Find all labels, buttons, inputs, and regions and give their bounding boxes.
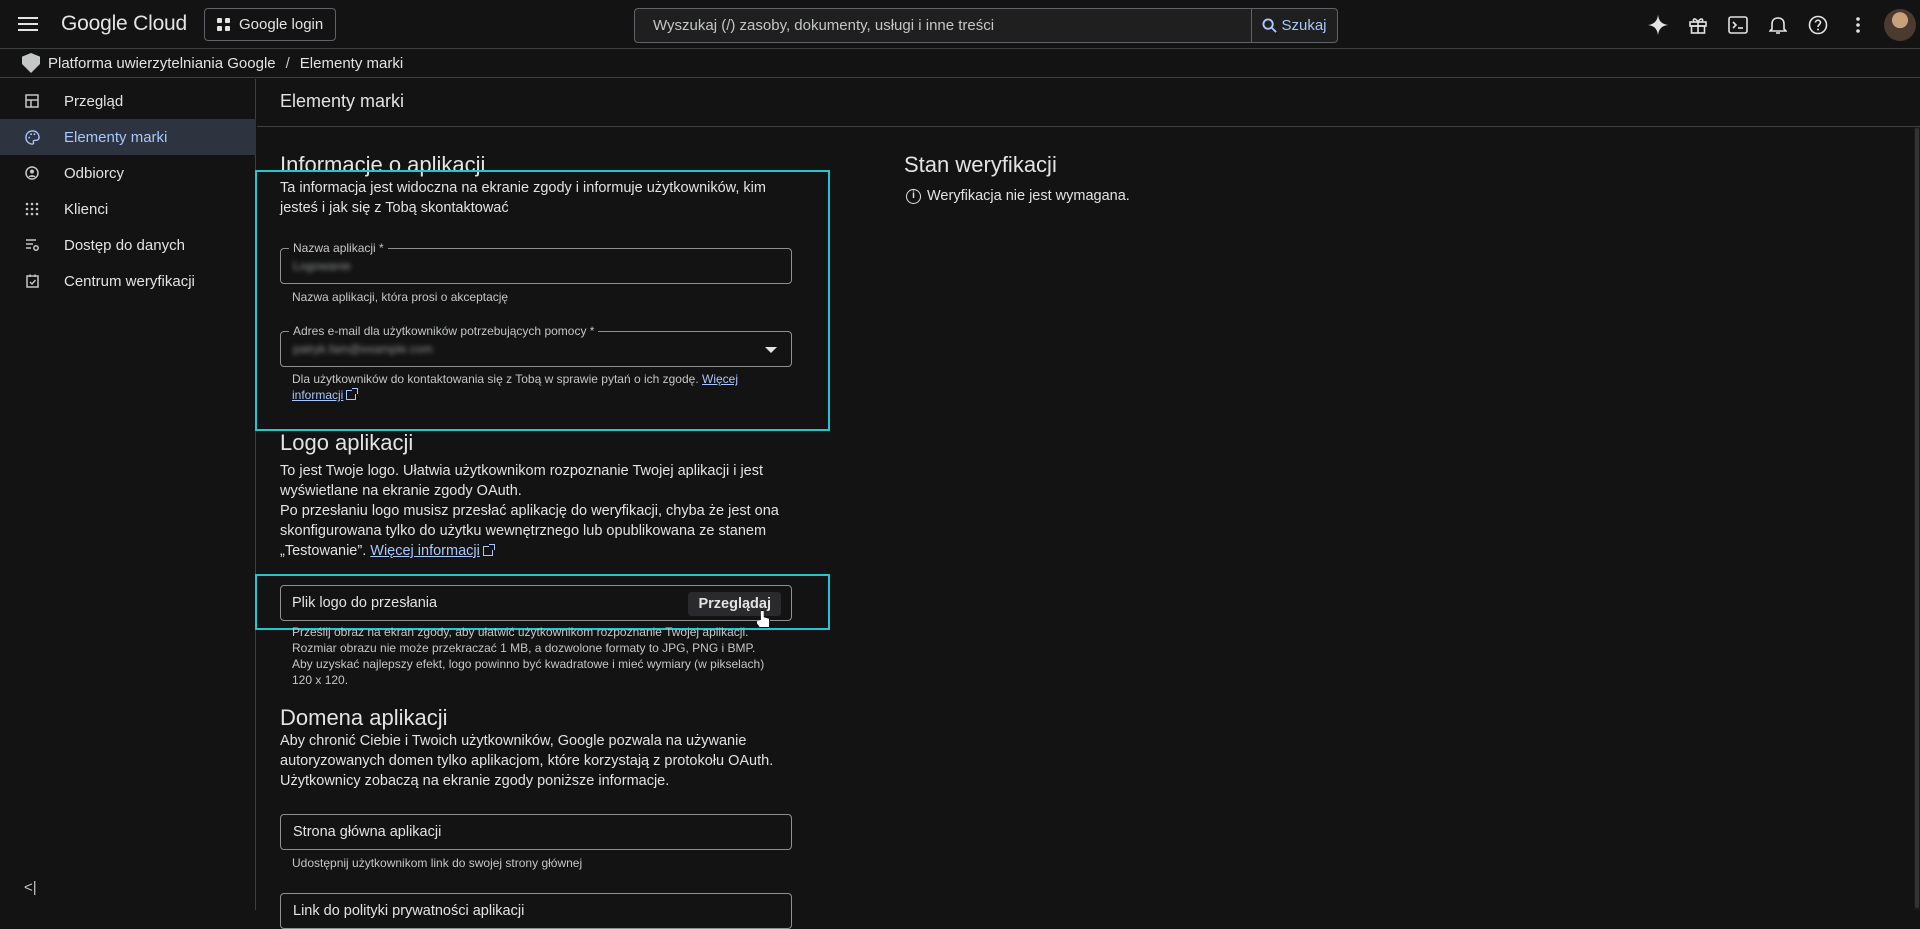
- privacy-policy-placeholder: Link do polityki prywatności aplikacji: [293, 903, 525, 919]
- homepage-placeholder: Strona główna aplikacji: [293, 824, 442, 840]
- support-email-label: Adres e-mail dla użytkowników potrzebują…: [289, 324, 599, 338]
- search-button-label: Szukaj: [1281, 17, 1327, 34]
- search-bar: Szukaj: [634, 8, 1338, 43]
- dashboard-icon: [24, 93, 40, 109]
- app-info-description: Ta informacja jest widoczna na ekranie z…: [280, 180, 766, 216]
- project-icon: [217, 17, 231, 32]
- logo-upload-placeholder: Plik logo do przesłania: [292, 595, 438, 611]
- top-actions: [1638, 0, 1920, 49]
- sidebar-item-label: Centrum weryfikacji: [64, 272, 195, 290]
- collapse-sidebar-icon[interactable]: <|: [24, 879, 37, 896]
- logo-hint-3: Aby uzyskać najlepszy efekt, logo powinn…: [292, 657, 765, 687]
- logo-more-info-label: Więcej informacji: [370, 543, 480, 559]
- logo-hint-1: Prześlij obraz na ekran zgody, aby ułatw…: [292, 625, 749, 639]
- data-settings-icon: [24, 237, 40, 253]
- search-button[interactable]: Szukaj: [1251, 9, 1337, 42]
- logo-upload-field[interactable]: Plik logo do przesłania Przeglądaj: [280, 585, 792, 621]
- sidebar-item-label: Klienci: [64, 200, 109, 218]
- project-picker-button[interactable]: Google login: [204, 8, 336, 41]
- breadcrumb: Platforma uwierzytelniania Google / Elem…: [0, 49, 1920, 78]
- divider: [257, 126, 1920, 127]
- sidebar-item-centrum-weryfikacji[interactable]: Centrum weryfikacji: [0, 263, 256, 299]
- app-name-label: Nazwa aplikacji *: [289, 241, 388, 255]
- external-link-icon: [482, 544, 495, 556]
- breadcrumb-separator: /: [285, 54, 290, 72]
- domain-heading: Domena aplikacji: [280, 705, 448, 730]
- info-icon: i: [906, 188, 921, 204]
- google-cloud-logo[interactable]: Google Cloud: [61, 12, 187, 36]
- logo-heading: Logo aplikacji: [280, 430, 414, 455]
- sidebar-item-klienci[interactable]: Klienci: [0, 191, 256, 227]
- sidebar-item-odbiorcy[interactable]: Odbiorcy: [0, 155, 256, 191]
- logo-description-1: To jest Twoje logo. Ułatwia użytkownikom…: [280, 463, 764, 499]
- gift-icon[interactable]: [1678, 5, 1718, 45]
- support-email-hint: Dla użytkowników do kontaktowania się z …: [292, 371, 772, 403]
- verification-heading: Stan weryfikacji: [904, 152, 1057, 177]
- top-bar: Google Cloud Google login Szukaj: [0, 0, 1920, 49]
- sidebar-item-elementy-marki[interactable]: Elementy marki: [0, 119, 256, 155]
- verification-status-text: Weryfikacja nie jest wymagana.: [927, 188, 1130, 204]
- dropdown-arrow-icon: [765, 347, 777, 353]
- verification-status: i Weryfikacja nie jest wymagana.: [906, 188, 1130, 204]
- breadcrumb-current: Elementy marki: [299, 54, 404, 72]
- external-link-icon: [346, 388, 359, 400]
- support-email-value: patryk.fam@example.com: [293, 342, 433, 356]
- logo-upload-hint: Prześlij obraz na ekran zgody, aby ułatw…: [292, 624, 782, 688]
- logo-description-2: Po przesłaniu logo musisz przesłać aplik…: [280, 501, 780, 561]
- app-name-value: Logowanie: [293, 259, 352, 273]
- domain-description: Aby chronić Ciebie i Twoich użytkowników…: [280, 733, 774, 789]
- sidebar-item-przeglad[interactable]: Przegląd: [0, 83, 256, 119]
- app-name-hint: Nazwa aplikacji, która prosi o akceptacj…: [292, 290, 509, 304]
- apps-grid-icon: [24, 201, 40, 217]
- person-icon: [24, 165, 40, 181]
- palette-icon: [24, 129, 40, 145]
- homepage-field[interactable]: Strona główna aplikacji: [280, 814, 792, 850]
- more-vert-icon[interactable]: [1838, 5, 1878, 45]
- shield-icon: [22, 53, 40, 73]
- app-name-field[interactable]: Nazwa aplikacji * Logowanie: [280, 241, 792, 284]
- app-info-heading: Informacje o aplikacji: [280, 152, 486, 177]
- logo-hint-2: Rozmiar obrazu nie może przekraczać 1 MB…: [292, 641, 756, 655]
- cloud-shell-icon[interactable]: [1718, 5, 1758, 45]
- browse-button[interactable]: Przeglądaj: [688, 592, 781, 616]
- logo-description-2-text: Po przesłaniu logo musisz przesłać aplik…: [280, 503, 779, 559]
- sidebar-item-label: Elementy marki: [64, 128, 168, 146]
- sidebar-item-label: Przegląd: [64, 92, 124, 110]
- project-name: Google login: [239, 16, 324, 33]
- menu-icon[interactable]: [14, 12, 42, 36]
- breadcrumb-root[interactable]: Platforma uwierzytelniania Google: [48, 55, 276, 72]
- logo-more-info-link[interactable]: Więcej informacji: [370, 543, 495, 559]
- homepage-hint: Udostępnij użytkownikom link do swojej s…: [292, 856, 583, 870]
- avatar[interactable]: [1884, 8, 1916, 41]
- page-title: Elementy marki: [280, 91, 405, 111]
- support-email-hint-text: Dla użytkowników do kontaktowania się z …: [292, 372, 699, 386]
- gemini-icon[interactable]: [1638, 5, 1678, 45]
- sidebar: Przegląd Elementy marki Odbiorcy Klienci…: [0, 79, 256, 910]
- scrollbar-thumb[interactable]: [1915, 128, 1919, 908]
- search-icon: [1262, 18, 1278, 33]
- sidebar-item-dostep-do-danych[interactable]: Dostęp do danych: [0, 227, 256, 263]
- privacy-policy-field[interactable]: Link do polityki prywatności aplikacji: [280, 893, 792, 929]
- sidebar-item-label: Dostęp do danych: [64, 236, 185, 254]
- support-email-select[interactable]: Adres e-mail dla użytkowników potrzebują…: [280, 324, 792, 367]
- verified-icon: [24, 273, 40, 289]
- help-icon[interactable]: [1798, 5, 1838, 45]
- sidebar-item-label: Odbiorcy: [64, 164, 125, 182]
- notifications-icon[interactable]: [1758, 5, 1798, 45]
- search-input[interactable]: [635, 9, 1251, 42]
